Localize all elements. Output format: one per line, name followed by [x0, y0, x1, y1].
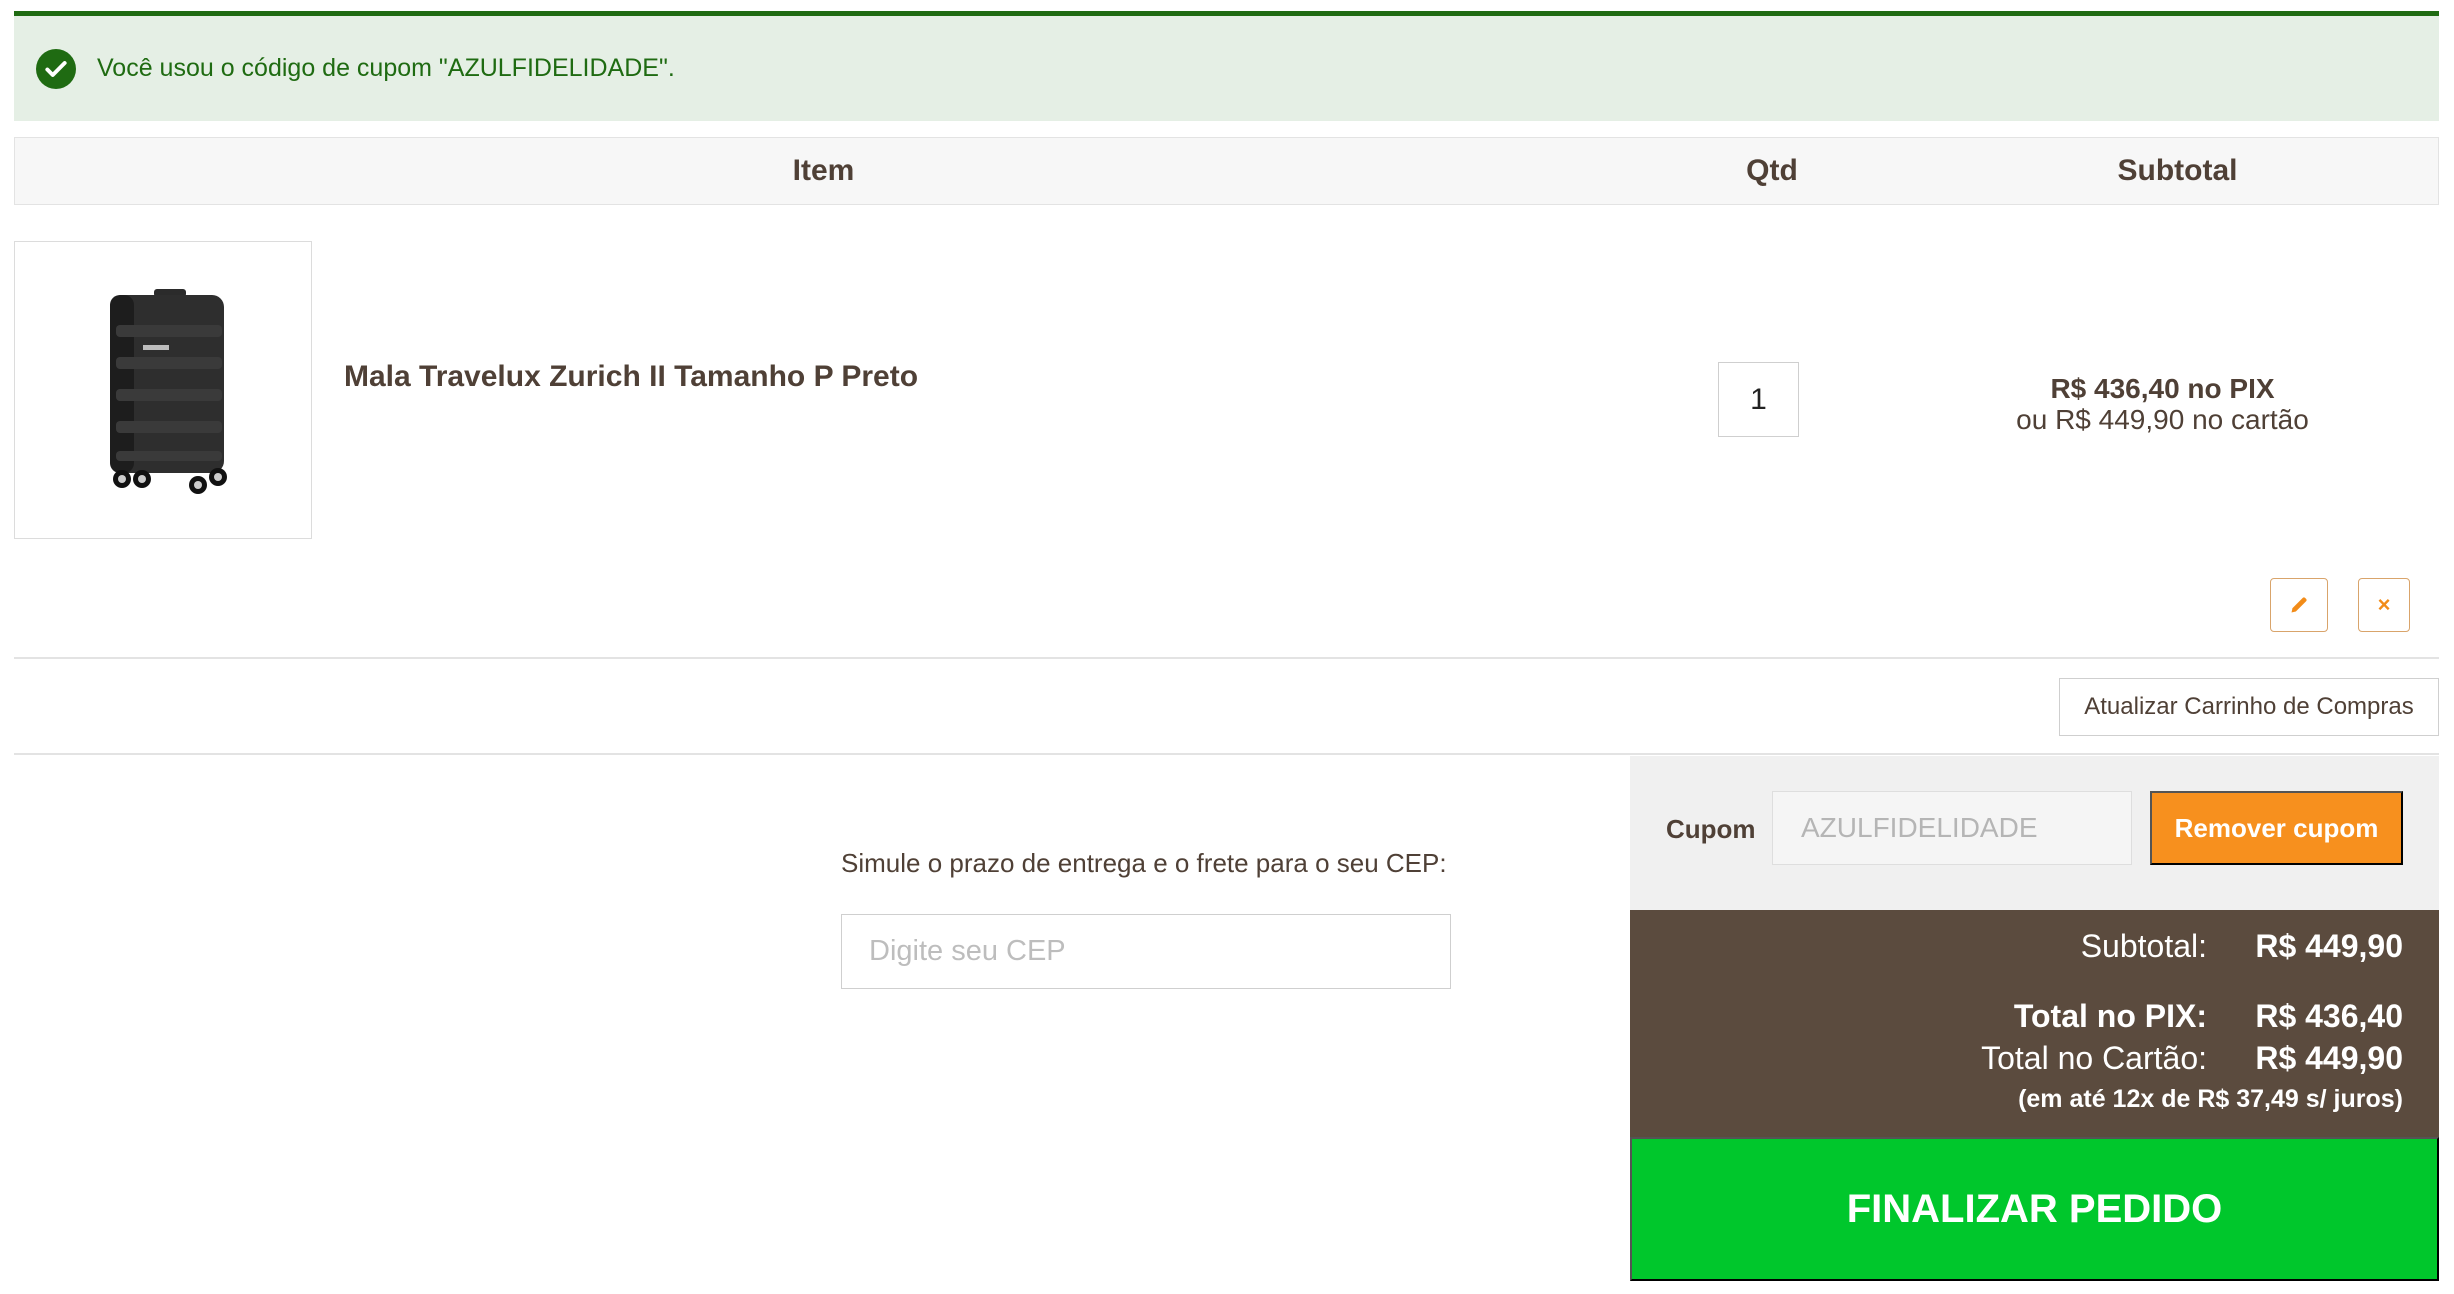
success-message-text: Você usou o código de cupom "AZULFIDELID… [97, 54, 675, 82]
pix-total-value: R$ 436,40 [2255, 998, 2403, 1034]
installments-text: (em até 12x de R$ 37,49 s/ juros) [2018, 1085, 2403, 1113]
header-qty: Qtd [1746, 154, 1798, 187]
header-subtotal: Subtotal [2117, 154, 2238, 187]
quantity-input[interactable]: 1 [1718, 362, 1799, 437]
pix-total-row: Total no PIX: R$ 436,40 [2014, 998, 2403, 1035]
subtotal-row: Subtotal: R$ 449,90 [2081, 928, 2403, 965]
price-pix: R$ 436,40 no PIX [2050, 373, 2275, 404]
order-totals: Subtotal: R$ 449,90 Total no PIX: R$ 436… [1630, 910, 2439, 1137]
product-image[interactable] [14, 241, 312, 539]
product-name-link[interactable]: Mala Travelux Zurich II Tamanho P Preto [344, 360, 918, 394]
shipping-label: Simule o prazo de entrega e o frete para… [841, 848, 1447, 878]
update-cart-button[interactable]: Atualizar Carrinho de Compras [2059, 678, 2439, 736]
card-total-value: R$ 449,90 [2255, 1040, 2403, 1076]
cep-input[interactable]: Digite seu CEP [841, 914, 1451, 989]
card-total-row: Total no Cartão: R$ 449,90 [1981, 1040, 2403, 1077]
subtotal-value: R$ 449,90 [2255, 928, 2403, 964]
price-card: ou R$ 449,90 no cartão [2016, 404, 2309, 435]
coupon-input[interactable]: AZULFIDELIDADE [1772, 791, 2132, 865]
divider [14, 657, 2439, 659]
suitcase-image [110, 289, 227, 494]
divider [14, 753, 2439, 755]
close-icon: × [2377, 592, 2391, 617]
pencil-icon [2291, 597, 2307, 613]
cart-table-header: Item Qtd Subtotal [14, 137, 2439, 205]
remove-coupon-button[interactable]: Remover cupom [2150, 791, 2403, 865]
card-total-label: Total no Cartão: [1981, 1040, 2207, 1076]
subtotal-label: Subtotal: [2080, 928, 2207, 964]
edit-item-button[interactable] [2270, 578, 2328, 632]
coupon-label: Cupom [1666, 814, 1756, 844]
remove-item-button[interactable]: × [2358, 578, 2410, 632]
check-circle-icon [36, 48, 76, 89]
checkout-button[interactable]: FINALIZAR PEDIDO [1630, 1137, 2439, 1281]
header-item: Item [792, 154, 855, 187]
coupon-section: Cupom AZULFIDELIDADE Remover cupom [1630, 756, 2439, 910]
item-subtotal: R$ 436,40 no PIX ou R$ 449,90 no cartão [1900, 373, 2425, 435]
success-message: Você usou o código de cupom "AZULFIDELID… [14, 11, 2439, 121]
pix-total-label: Total no PIX: [2013, 998, 2207, 1034]
